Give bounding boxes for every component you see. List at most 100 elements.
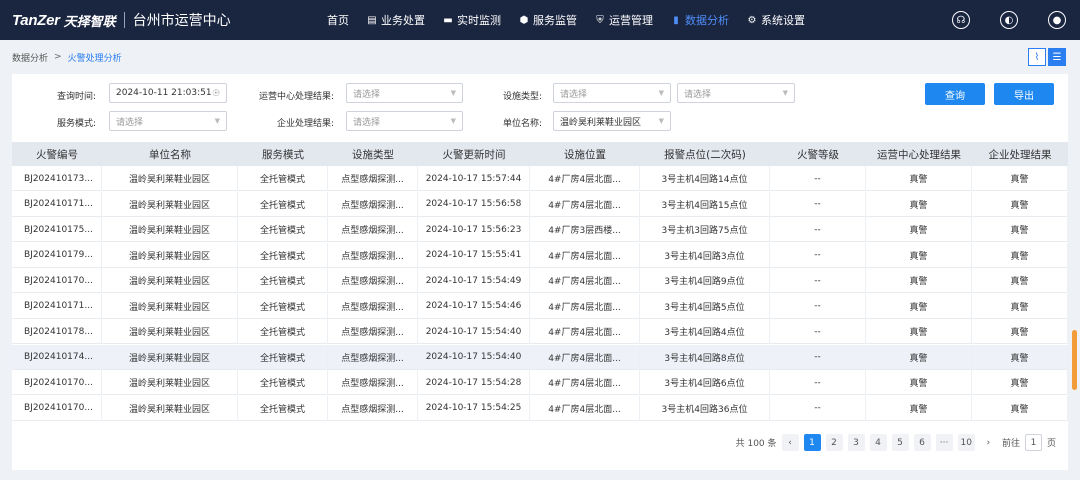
query-time-input[interactable]: 2024-10-11 21:03:51 - ◷ <box>109 83 227 103</box>
table-cell: 真警 <box>972 344 1068 370</box>
nav-label: 数据分析 <box>685 14 729 27</box>
list-view-button[interactable]: ☰ <box>1048 48 1066 66</box>
table-cell: 4#厂房4层北面... <box>530 370 640 395</box>
table-cell: 点型感烟探测... <box>328 268 418 293</box>
placeholder-text: 请选择 <box>684 89 712 100</box>
more-pages-button[interactable]: ··· <box>935 434 953 451</box>
column-header[interactable]: 设施位置 <box>530 142 640 166</box>
page-button[interactable]: 1 <box>803 434 821 451</box>
table-cell: 2024-10-17 15:54:49 <box>418 268 530 293</box>
search-button[interactable]: 查询 <box>925 83 985 105</box>
export-button[interactable]: 导出 <box>994 83 1054 105</box>
table-cell: 全托管模式 <box>238 395 328 421</box>
next-page-button[interactable]: › <box>980 434 997 451</box>
column-header[interactable]: 单位名称 <box>102 142 238 166</box>
page-button[interactable]: 6 <box>913 434 931 451</box>
column-header[interactable]: 运营中心处理结果 <box>866 142 972 166</box>
table-cell: 真警 <box>972 166 1068 191</box>
theme-icon[interactable]: ◐ <box>1000 11 1018 29</box>
nav-label: 服务监管 <box>533 14 577 27</box>
center-result-select[interactable]: 请选择 ▼ <box>346 83 463 103</box>
brand-name: TanZer <box>12 11 60 29</box>
document-icon: ▤ <box>367 14 377 26</box>
table-row[interactable]: BJ202410170... 温岭昊利莱鞋业园区 全托管模式 点型感烟探测... 202… <box>12 395 1068 421</box>
nav-item-service[interactable]: ⬢ 服务监管 <box>510 0 586 40</box>
column-header[interactable]: 报警点位(二次码) <box>640 142 770 166</box>
page-button[interactable]: 2 <box>825 434 843 451</box>
column-header[interactable]: 火警编号 <box>12 142 102 166</box>
table-cell: 4#厂房4层北面... <box>530 242 640 268</box>
center-result-label: 运营中心处理结果: <box>258 92 334 102</box>
table-cell: 温岭昊利莱鞋业园区 <box>102 268 238 293</box>
table-cell: 3号主机4回路15点位 <box>640 191 770 217</box>
table-cell: BJ202410173... <box>12 166 102 191</box>
column-header[interactable]: 服务模式 <box>238 142 328 166</box>
table-row[interactable]: BJ202410175... 温岭昊利莱鞋业园区 全托管模式 点型感烟探测... 202… <box>12 217 1068 242</box>
table-cell: 4#厂房4层北面... <box>530 293 640 319</box>
column-header[interactable]: 火警等级 <box>770 142 866 166</box>
facility-subtype-select[interactable]: 请选择 ▼ <box>677 83 795 103</box>
table-row[interactable]: BJ202410179... 温岭昊利莱鞋业园区 全托管模式 点型感烟探测... 202… <box>12 242 1068 268</box>
page-button[interactable]: 5 <box>891 434 909 451</box>
column-header[interactable]: 设施类型 <box>328 142 418 166</box>
table-row[interactable]: BJ202410171... 温岭昊利莱鞋业园区 全托管模式 点型感烟探测... 202… <box>12 293 1068 319</box>
nav-label: 运营管理 <box>609 14 653 27</box>
prev-page-button[interactable]: ‹ <box>781 434 799 451</box>
unit-name-select[interactable]: 温岭昊利莱鞋业园区 ▼ <box>553 111 671 131</box>
brand-name-cn: 天择智联 <box>63 14 116 30</box>
table-cell: 真警 <box>866 319 972 344</box>
placeholder-text: 请选择 <box>353 89 381 100</box>
unit-name-label: 单位名称: <box>502 119 542 129</box>
table-cell: 4#厂房4层北面... <box>530 166 640 191</box>
table-cell: 真警 <box>972 217 1068 242</box>
list-icon: ☰ <box>1052 51 1062 63</box>
breadcrumb-parent[interactable]: 数据分析 <box>12 51 48 64</box>
chart-view-button[interactable]: ⌇ <box>1028 48 1046 66</box>
table-row[interactable]: BJ202410170... 温岭昊利莱鞋业园区 全托管模式 点型感烟探测... 202… <box>12 370 1068 395</box>
page-button[interactable]: 4 <box>869 434 887 451</box>
table-cell: 4#厂房3层西楼... <box>530 217 640 242</box>
table-row[interactable]: BJ202410178... 温岭昊利莱鞋业园区 全托管模式 点型感烟探测... 202… <box>12 319 1068 344</box>
table-row[interactable]: BJ202410173... 温岭昊利莱鞋业园区 全托管模式 点型感烟探测... 202… <box>12 166 1068 191</box>
table-cell: 真警 <box>972 191 1068 217</box>
page-button[interactable]: 10 <box>957 434 975 451</box>
nav-item-operation[interactable]: ⛨ 运营管理 <box>586 0 662 40</box>
nav-item-home[interactable]: 首页 <box>318 0 358 40</box>
line-chart-icon: ⌇ <box>1034 51 1040 63</box>
page-button[interactable]: 3 <box>847 434 865 451</box>
table-row[interactable]: BJ202410174... 温岭昊利莱鞋业园区 全托管模式 点型感烟探测... 202… <box>12 344 1068 370</box>
table-row[interactable]: BJ202410170... 温岭昊利莱鞋业园区 全托管模式 点型感烟探测... 202… <box>12 268 1068 293</box>
service-mode-select[interactable]: 请选择 ▼ <box>109 111 227 131</box>
table-cell: 真警 <box>866 370 972 395</box>
pagination: 共 100 条 ‹ 1 2 3 4 5 6 ··· 10 › 前往 1 页 <box>736 434 1056 451</box>
facility-type-select[interactable]: 请选择 ▼ <box>553 83 671 103</box>
nav-item-settings[interactable]: ⚙ 系统设置 <box>738 0 814 40</box>
chevron-down-icon: ▼ <box>658 117 664 125</box>
nav-item-monitor[interactable]: ▬ 实时监测 <box>434 0 510 40</box>
table-cell: 真警 <box>866 344 972 370</box>
table-cell: 真警 <box>866 395 972 421</box>
table-cell: -- <box>770 344 866 370</box>
logo-divider <box>123 12 125 28</box>
breadcrumb: 数据分析 > 火警处理分析 ⌇ ☰ <box>0 40 1080 74</box>
table-cell: 全托管模式 <box>238 217 328 242</box>
facility-type-label: 设施类型: <box>502 92 542 102</box>
table-row[interactable]: BJ202410171... 温岭昊利莱鞋业园区 全托管模式 点型感烟探测... 202… <box>12 191 1068 217</box>
scrollbar-thumb[interactable] <box>1072 330 1077 390</box>
main-nav: 首页 ▤ 业务处置 ▬ 实时监测 ⬢ 服务监管 ⛨ 运营管理 ▮ 数据分析 ⚙ 系统设置 <box>318 0 814 40</box>
logo[interactable]: TanZer 天择智联 台州市运营中心 <box>0 10 300 30</box>
goto-page-input[interactable]: 1 <box>1024 434 1042 451</box>
user-icon[interactable]: ● <box>1048 11 1066 29</box>
table-cell: 温岭昊利莱鞋业园区 <box>102 370 238 395</box>
headset-icon[interactable]: ☊ <box>952 11 970 29</box>
table-cell: -- <box>770 268 866 293</box>
nav-item-business[interactable]: ▤ 业务处置 <box>358 0 434 40</box>
nav-item-data-analysis[interactable]: ▮ 数据分析 <box>662 0 738 40</box>
company-result-select[interactable]: 请选择 ▼ <box>346 111 463 131</box>
shield-icon: ⬢ <box>519 14 529 26</box>
table-cell: BJ202410171... <box>12 191 102 217</box>
table-cell: 4#厂房4层北面... <box>530 191 640 217</box>
column-header[interactable]: 企业处理结果 <box>972 142 1068 166</box>
shield-check-icon: ⛨ <box>596 14 604 26</box>
column-header[interactable]: 火警更新时间 <box>418 142 530 166</box>
